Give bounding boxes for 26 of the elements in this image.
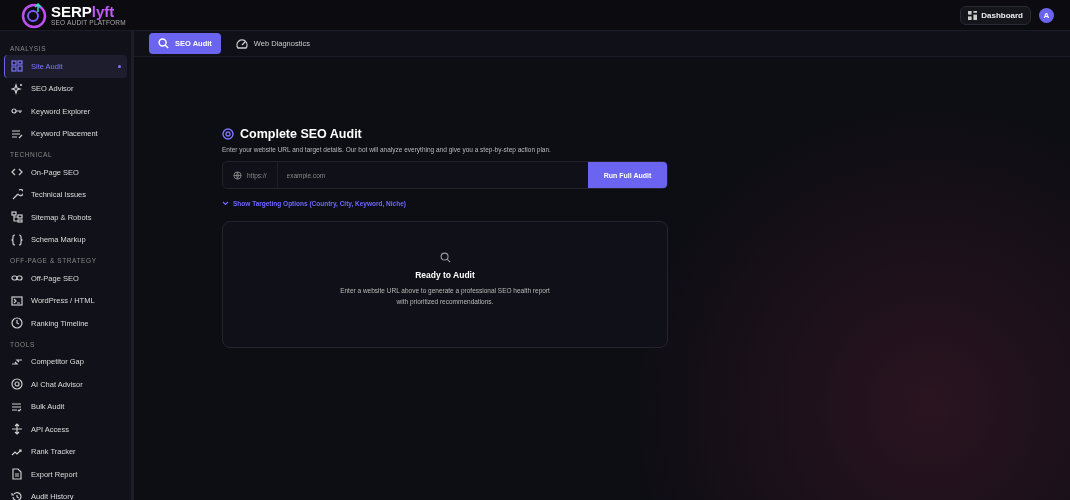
history-icon	[11, 490, 23, 500]
brand-name-accent: lyft	[91, 2, 115, 20]
checklist-icon	[11, 400, 23, 413]
search-icon	[439, 251, 451, 263]
active-indicator	[118, 64, 121, 68]
sitemap-icon	[11, 211, 23, 224]
sparkle-icon	[11, 82, 23, 95]
user-avatar[interactable]: A	[1039, 7, 1054, 23]
document-icon	[11, 468, 23, 481]
chevron-down-icon	[222, 201, 229, 206]
brand-name: SERP	[51, 2, 92, 20]
grid-icon	[11, 60, 23, 73]
search-icon	[158, 38, 169, 49]
clock-icon	[11, 317, 23, 330]
braces-icon	[11, 233, 23, 246]
target-icon	[222, 128, 234, 140]
dashboard-button[interactable]: Dashboard	[960, 5, 1031, 25]
move-icon	[11, 423, 23, 436]
empty-state-title: Ready to Audit	[415, 269, 475, 280]
list-icon	[11, 127, 23, 140]
logo-icon	[20, 1, 48, 29]
gauge-icon	[235, 38, 248, 49]
page-title: Complete SEO Audit	[240, 127, 362, 141]
globe-icon	[233, 170, 242, 180]
terminal-icon	[11, 294, 23, 307]
dashboard-icon	[968, 10, 978, 20]
